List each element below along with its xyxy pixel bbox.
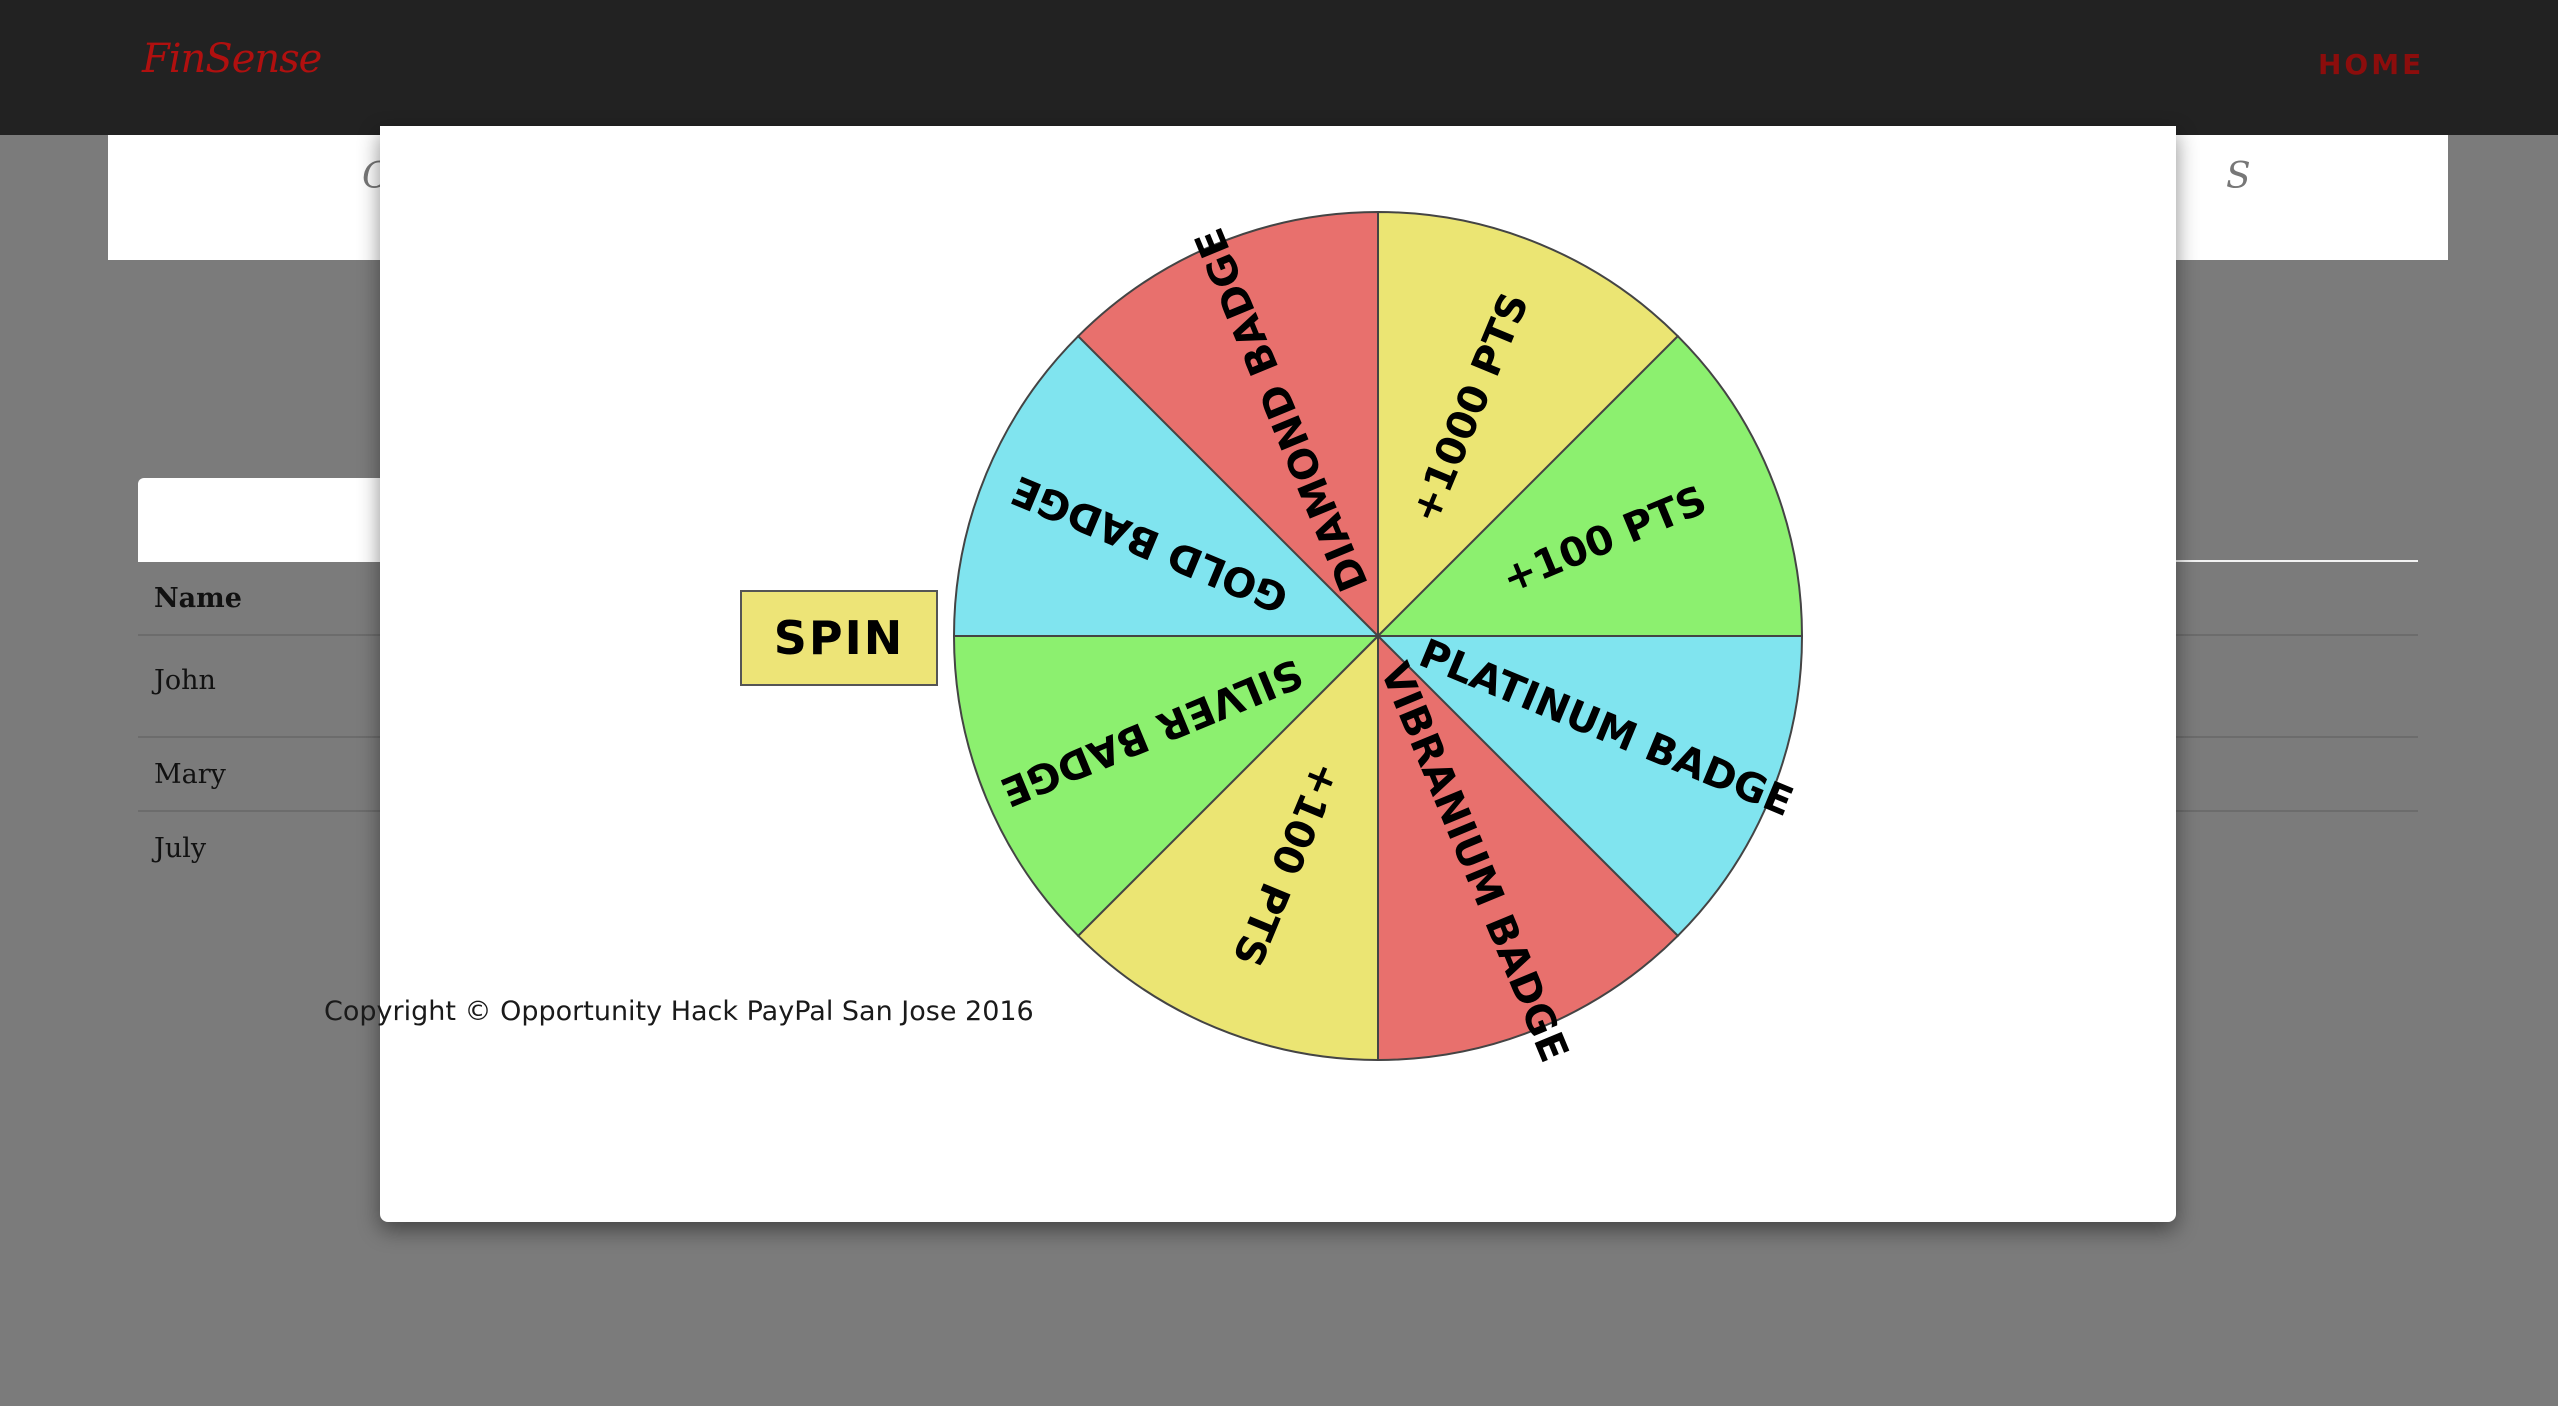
prize-wheel[interactable]: +1000 PTS+100 PTSPLATINUM BADGEVIBRANIUM…	[948, 206, 1808, 1066]
nav-home-link[interactable]: HOME	[2318, 48, 2424, 81]
footer-copyright: Copyright © Opportunity Hack PayPal San …	[324, 996, 1034, 1027]
wheel-segments	[952, 210, 1804, 1062]
brand-logo[interactable]: FinSense	[142, 36, 322, 82]
navbar: FinSense HOME	[0, 0, 2558, 135]
spin-button[interactable]: SPIN	[740, 590, 938, 686]
spin-wheel-modal: SPIN +1000 PTS +100 PTS PLATINUM BADGE VIBR…	[380, 126, 2176, 1222]
background-card-subtitle-right: S	[2226, 156, 2251, 197]
